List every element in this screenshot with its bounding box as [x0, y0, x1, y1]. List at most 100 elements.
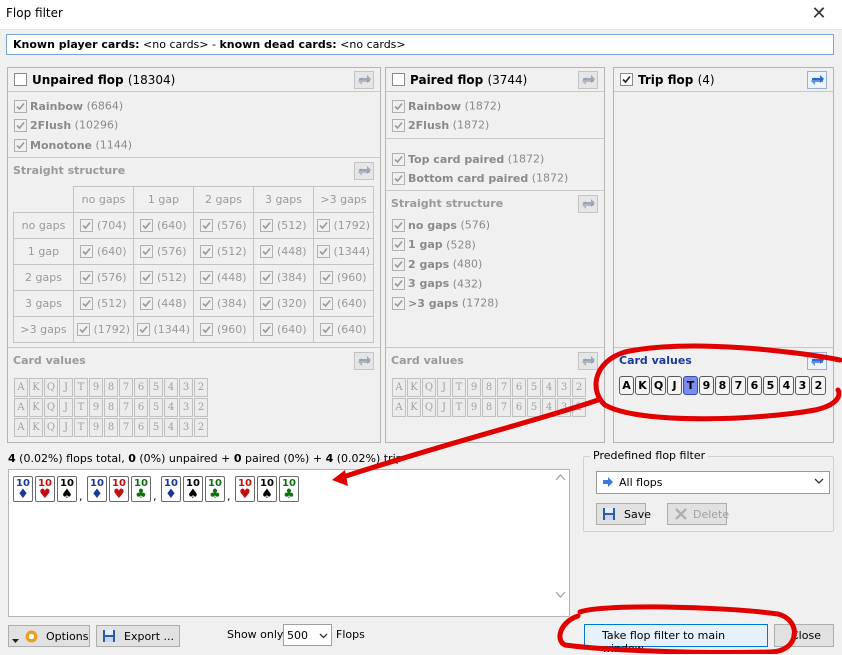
grid-cell[interactable]: (448) [133, 290, 194, 317]
grid-cell[interactable]: (704) [73, 212, 134, 239]
card-value-button[interactable]: K [407, 398, 421, 417]
swap-icon[interactable] [807, 71, 827, 89]
card-value-button[interactable]: 5 [527, 378, 541, 397]
card-value-button[interactable]: 2 [572, 378, 586, 397]
card-value-button[interactable]: T [683, 376, 698, 395]
card-value-button[interactable]: 8 [715, 376, 730, 395]
grid-cell[interactable]: (1792) [73, 316, 134, 343]
card-value-button[interactable]: T [74, 418, 88, 437]
card-value-button[interactable]: 8 [482, 378, 496, 397]
grid-cell[interactable]: (1344) [313, 238, 374, 265]
card-value-button[interactable]: 5 [149, 398, 163, 417]
card-value-button[interactable]: 5 [149, 378, 163, 397]
card-value-button[interactable]: 2 [811, 376, 826, 395]
card-value-button[interactable]: Q [44, 418, 58, 437]
card-value-button[interactable]: 8 [104, 378, 118, 397]
card-value-button[interactable]: A [14, 398, 28, 417]
unpaired-rainbow-option[interactable]: Rainbow (6864) [14, 99, 123, 115]
grid-cell[interactable]: (384) [193, 290, 254, 317]
card-value-button[interactable]: 3 [179, 398, 193, 417]
card-value-button[interactable]: T [452, 378, 466, 397]
card-value-button[interactable]: 7 [731, 376, 746, 395]
card-value-button[interactable]: 6 [134, 378, 148, 397]
grid-cell[interactable]: (512) [73, 290, 134, 317]
grid-cell[interactable]: (448) [193, 264, 254, 291]
card-value-button[interactable]: J [667, 376, 682, 395]
grid-cell[interactable]: (512) [253, 212, 314, 239]
card-value-button[interactable]: Q [44, 398, 58, 417]
card-value-button[interactable]: T [74, 398, 88, 417]
card-value-button[interactable]: 3 [557, 398, 571, 417]
card-value-button[interactable]: 6 [134, 418, 148, 437]
paired-2flush-option[interactable]: 2Flush (1872) [392, 118, 489, 134]
card-value-button[interactable]: 9 [89, 378, 103, 397]
card-value-button[interactable]: 4 [542, 398, 556, 417]
card-value-button[interactable]: 3 [795, 376, 810, 395]
card-value-button[interactable]: 3 [179, 378, 193, 397]
card-value-button[interactable]: 9 [467, 398, 481, 417]
card-value-button[interactable]: 7 [497, 398, 511, 417]
card-value-button[interactable]: 9 [89, 418, 103, 437]
grid-cell[interactable]: (576) [133, 238, 194, 265]
swap-icon[interactable] [807, 352, 827, 370]
close-icon[interactable]: ✕ [796, 0, 842, 30]
swap-icon[interactable] [354, 162, 374, 180]
card-value-button[interactable]: 6 [747, 376, 762, 395]
grid-cell[interactable]: (384) [253, 264, 314, 291]
grid-cell[interactable]: (1344) [133, 316, 194, 343]
card-value-button[interactable]: 6 [512, 378, 526, 397]
trip-flop-checkbox[interactable] [620, 73, 633, 86]
card-value-button[interactable]: 2 [572, 398, 586, 417]
grid-cell[interactable]: (512) [193, 238, 254, 265]
card-value-button[interactable]: K [29, 398, 43, 417]
card-value-button[interactable]: J [59, 378, 73, 397]
grid-cell[interactable]: (576) [193, 212, 254, 239]
grid-cell[interactable]: (320) [253, 290, 314, 317]
grid-cell[interactable]: (640) [313, 316, 374, 343]
card-value-button[interactable]: 6 [134, 398, 148, 417]
grid-cell[interactable]: (640) [73, 238, 134, 265]
card-value-button[interactable]: 7 [119, 418, 133, 437]
card-value-button[interactable]: 4 [164, 378, 178, 397]
grid-cell[interactable]: (1792) [313, 212, 374, 239]
card-value-button[interactable]: 4 [542, 378, 556, 397]
card-value-button[interactable]: 9 [699, 376, 714, 395]
known-cards-field[interactable]: Known player cards: <no cards> - known d… [6, 34, 834, 55]
card-value-button[interactable]: A [14, 418, 28, 437]
card-value-button[interactable]: A [619, 376, 634, 395]
card-value-button[interactable]: A [392, 378, 406, 397]
card-value-button[interactable]: Q [422, 378, 436, 397]
grid-cell[interactable]: (576) [73, 264, 134, 291]
card-value-button[interactable]: A [392, 398, 406, 417]
paired-straight-option[interactable]: 3 gaps (432) [392, 277, 482, 293]
top-card-paired-option[interactable]: Top card paired (1872) [392, 152, 544, 168]
swap-icon[interactable] [578, 71, 598, 89]
card-value-button[interactable]: J [437, 378, 451, 397]
grid-cell[interactable]: (448) [253, 238, 314, 265]
card-value-button[interactable]: 5 [763, 376, 778, 395]
predefined-select[interactable]: All flops [596, 471, 830, 494]
card-value-button[interactable]: T [74, 378, 88, 397]
vertical-scrollbar[interactable] [552, 470, 569, 616]
show-only-select[interactable]: 500 [283, 624, 332, 646]
card-value-button[interactable]: 7 [119, 398, 133, 417]
bottom-card-paired-option[interactable]: Bottom card paired (1872) [392, 171, 568, 187]
card-value-button[interactable]: 9 [467, 378, 481, 397]
paired-rainbow-option[interactable]: Rainbow (1872) [392, 99, 501, 115]
swap-icon[interactable] [578, 352, 598, 370]
grid-cell[interactable]: (640) [253, 316, 314, 343]
card-value-button[interactable]: 5 [149, 418, 163, 437]
card-value-button[interactable]: T [452, 398, 466, 417]
card-value-button[interactable]: 4 [164, 398, 178, 417]
card-value-button[interactable]: 3 [557, 378, 571, 397]
export-button[interactable]: Export ... [96, 625, 180, 647]
grid-cell[interactable]: (960) [193, 316, 254, 343]
card-value-button[interactable]: A [14, 378, 28, 397]
options-button[interactable]: Options [8, 625, 90, 647]
grid-cell[interactable]: (960) [313, 264, 374, 291]
card-value-button[interactable]: 2 [194, 378, 208, 397]
take-flop-filter-button[interactable]: Take flop filter to main window [584, 624, 768, 655]
card-value-button[interactable]: 9 [89, 398, 103, 417]
unpaired-flop-checkbox[interactable] [14, 73, 27, 86]
swap-icon[interactable] [354, 71, 374, 89]
